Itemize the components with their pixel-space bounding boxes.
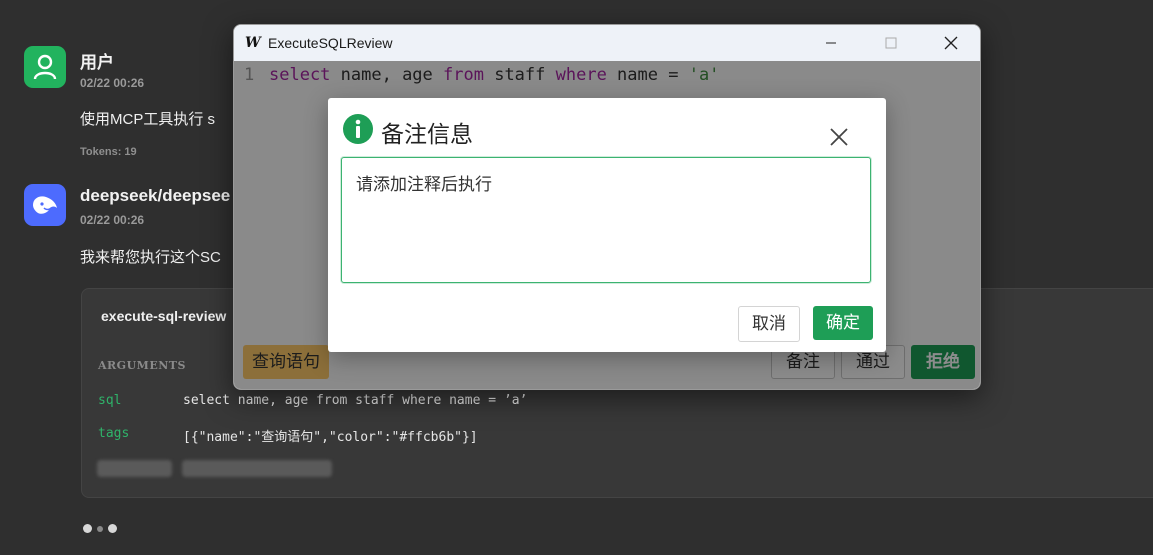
maximize-icon bbox=[885, 37, 897, 49]
tool-call-title: execute-sql-review bbox=[101, 308, 227, 324]
user-name: 用户 bbox=[80, 53, 114, 72]
whale-icon bbox=[33, 196, 57, 214]
bot-message-text: 我来帮您执行这个SC bbox=[80, 249, 221, 266]
arg-value-sql: select name, age from staff where name =… bbox=[183, 393, 528, 408]
dot bbox=[83, 524, 92, 533]
dialog-close-icon[interactable] bbox=[827, 125, 851, 149]
dot bbox=[97, 525, 103, 532]
user-message-time: 02/22 00:26 bbox=[80, 76, 145, 90]
window-title: ExecuteSQLReview bbox=[268, 35, 393, 51]
user-avatar bbox=[24, 46, 66, 88]
bot-name: deepseek/deepsee bbox=[80, 186, 231, 205]
arg-key-sql: sql bbox=[98, 393, 122, 408]
user-message-text: 使用MCP工具执行 s bbox=[80, 111, 216, 128]
close-icon bbox=[944, 36, 958, 50]
confirm-button[interactable]: 确定 bbox=[813, 306, 873, 340]
loading-dots bbox=[83, 524, 117, 533]
maximize-button[interactable] bbox=[862, 25, 920, 61]
arg-value-tags: [{"name":"查询语句","color":"#ffcb6b"}] bbox=[183, 430, 478, 445]
note-dialog: 备注信息 请添加注释后执行 取消 确定 bbox=[328, 98, 886, 352]
dot bbox=[108, 524, 117, 533]
blurred-action bbox=[97, 460, 172, 477]
token-count: Tokens: 19 bbox=[80, 146, 137, 158]
window-titlebar[interactable]: W ExecuteSQLReview bbox=[234, 25, 980, 61]
arg-key-tags: tags bbox=[98, 426, 130, 441]
minimize-icon bbox=[826, 42, 836, 44]
cancel-button[interactable]: 取消 bbox=[738, 306, 800, 342]
app-logo-icon: W bbox=[245, 35, 261, 51]
user-icon bbox=[33, 54, 57, 80]
dialog-title: 备注信息 bbox=[381, 121, 473, 147]
bot-avatar bbox=[24, 184, 66, 226]
arguments-label: ARGUMENTS bbox=[98, 359, 186, 372]
blurred-action bbox=[182, 460, 332, 477]
bot-message-time: 02/22 00:26 bbox=[80, 213, 145, 227]
note-textarea[interactable]: 请添加注释后执行 bbox=[341, 157, 871, 283]
close-window-button[interactable] bbox=[922, 25, 980, 61]
minimize-button[interactable] bbox=[802, 25, 860, 61]
info-icon bbox=[343, 114, 373, 144]
